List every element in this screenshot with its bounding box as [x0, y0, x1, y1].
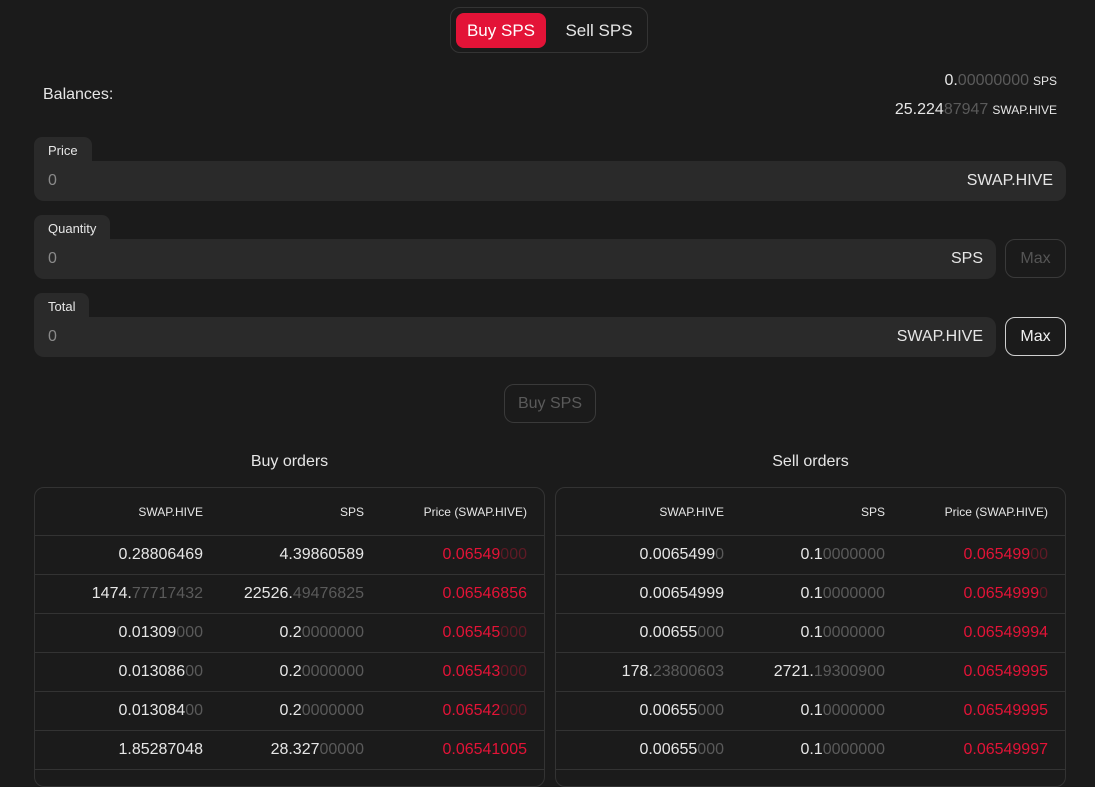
- buy-swap-hive-header: SWAP.HIVE: [138, 505, 203, 519]
- swap-hive-amount: 0.28806469: [118, 546, 203, 563]
- swap-hive-amount: 0.01309000: [118, 624, 203, 641]
- price-unit: SWAP.HIVE: [966, 172, 1053, 189]
- total-input[interactable]: 0 SWAP.HIVE: [34, 317, 996, 357]
- table-row[interactable]: 0.01309000 0.20000000 0.06545000: [35, 614, 544, 653]
- sps-amount: 2721.19300900: [773, 663, 885, 680]
- sps-amount: 0.10000000: [800, 624, 885, 641]
- swap-hive-amount: 0.00654999: [639, 585, 724, 602]
- order-price: 0.06549994: [963, 624, 1048, 641]
- sell-sps-header: SPS: [860, 505, 885, 519]
- total-max-button[interactable]: Max: [1005, 317, 1066, 356]
- buy-orders-table: SWAP.HIVE SPS Price (SWAP.HIVE) 0.28806469 4…: [34, 487, 545, 787]
- order-price: 0.06549000: [442, 546, 527, 563]
- order-price: 0.06543000: [442, 663, 527, 680]
- table-row[interactable]: 178.23800603 2721.19300900 0.06549995: [556, 653, 1065, 692]
- sps-balance: 0.00000000 SPS: [944, 72, 1057, 89]
- order-price: 0.06546856: [442, 585, 527, 602]
- order-price: 0.06549995: [963, 702, 1048, 719]
- swap-hive-amount: 0.01308400: [118, 702, 203, 719]
- price-input[interactable]: 0 SWAP.HIVE: [34, 161, 1066, 201]
- buy-sell-toggle: Buy SPS Sell SPS: [450, 7, 648, 53]
- sell-orders-table: SWAP.HIVE SPS Price (SWAP.HIVE) 0.00654990 0…: [555, 487, 1066, 787]
- sps-amount: 0.10000000: [800, 741, 885, 758]
- sps-amount: 4.39860589: [279, 546, 364, 563]
- swap-hive-amount: 0.00655000: [639, 702, 724, 719]
- total-unit: SWAP.HIVE: [896, 328, 983, 345]
- sps-amount: 0.20000000: [279, 663, 364, 680]
- buy-sps-tab[interactable]: Buy SPS: [456, 13, 546, 48]
- total-value: 0: [48, 328, 57, 345]
- table-row[interactable]: 0.00655000 0.10000000 0.06549997: [556, 731, 1065, 770]
- swap-hive-amount: 0.01308600: [118, 663, 203, 680]
- sell-table-header: SWAP.HIVE SPS Price (SWAP.HIVE): [556, 488, 1065, 536]
- quantity-unit: SPS: [950, 250, 983, 267]
- order-price: 0.06545000: [442, 624, 527, 641]
- quantity-max-button[interactable]: Max: [1005, 239, 1066, 278]
- swap-hive-amount: 1474.77717432: [91, 585, 203, 602]
- sell-price-header: Price (SWAP.HIVE): [944, 505, 1048, 519]
- table-row[interactable]: 0.00655000 0.10000000 0.06549994: [556, 614, 1065, 653]
- quantity-value: 0: [48, 250, 57, 267]
- swap-hive-amount: 178.23800603: [621, 663, 724, 680]
- table-row[interactable]: 0.00655000 0.10000000 0.06549995: [556, 692, 1065, 731]
- table-row[interactable]: 0.01308400 0.20000000 0.06542000: [35, 692, 544, 731]
- sell-sps-tab[interactable]: Sell SPS: [555, 13, 643, 48]
- buy-price-header: Price (SWAP.HIVE): [423, 505, 527, 519]
- table-row[interactable]: 0.00654999 0.10000000 0.06549990: [556, 575, 1065, 614]
- sps-amount: 0.10000000: [800, 702, 885, 719]
- table-row[interactable]: 0.00654990 0.10000000 0.06549900: [556, 536, 1065, 575]
- quantity-input[interactable]: 0 SPS: [34, 239, 996, 279]
- table-row[interactable]: 0.01308600 0.20000000 0.06543000: [35, 653, 544, 692]
- swap-hive-amount: 0.00655000: [639, 624, 724, 641]
- sps-amount: 0.10000000: [800, 546, 885, 563]
- price-value: 0: [48, 172, 57, 189]
- order-price: 0.06549990: [963, 585, 1048, 602]
- balances-label: Balances:: [43, 86, 114, 103]
- table-row[interactable]: 0.28806469 4.39860589 0.06549000: [35, 536, 544, 575]
- swap-hive-balance: 25.22487947 SWAP.HIVE: [894, 101, 1057, 118]
- swap-hive-amount: 1.85287048: [118, 741, 203, 758]
- buy-orders-title: Buy orders: [250, 453, 329, 470]
- sps-amount: 28.32700000: [270, 741, 364, 758]
- swap-hive-amount: 0.00655000: [639, 741, 724, 758]
- order-price: 0.06549997: [963, 741, 1048, 758]
- swap-hive-amount: 0.00654990: [639, 546, 724, 563]
- sell-orders-title: Sell orders: [772, 453, 849, 470]
- sps-amount: 22526.49476825: [243, 585, 364, 602]
- table-row[interactable]: 1.85287048 28.32700000 0.06541005: [35, 731, 544, 770]
- order-price: 0.06549995: [963, 663, 1048, 680]
- table-row[interactable]: 1474.77717432 22526.49476825 0.06546856: [35, 575, 544, 614]
- buy-table-header: SWAP.HIVE SPS Price (SWAP.HIVE): [35, 488, 544, 536]
- sps-amount: 0.20000000: [279, 702, 364, 719]
- sps-amount: 0.10000000: [800, 585, 885, 602]
- sps-amount: 0.20000000: [279, 624, 364, 641]
- sell-swap-hive-header: SWAP.HIVE: [659, 505, 724, 519]
- buy-sps-submit-button[interactable]: Buy SPS: [504, 384, 596, 423]
- buy-sps-header: SPS: [339, 505, 364, 519]
- order-price: 0.06541005: [442, 741, 527, 758]
- order-price: 0.06549900: [963, 546, 1048, 563]
- order-price: 0.06542000: [442, 702, 527, 719]
